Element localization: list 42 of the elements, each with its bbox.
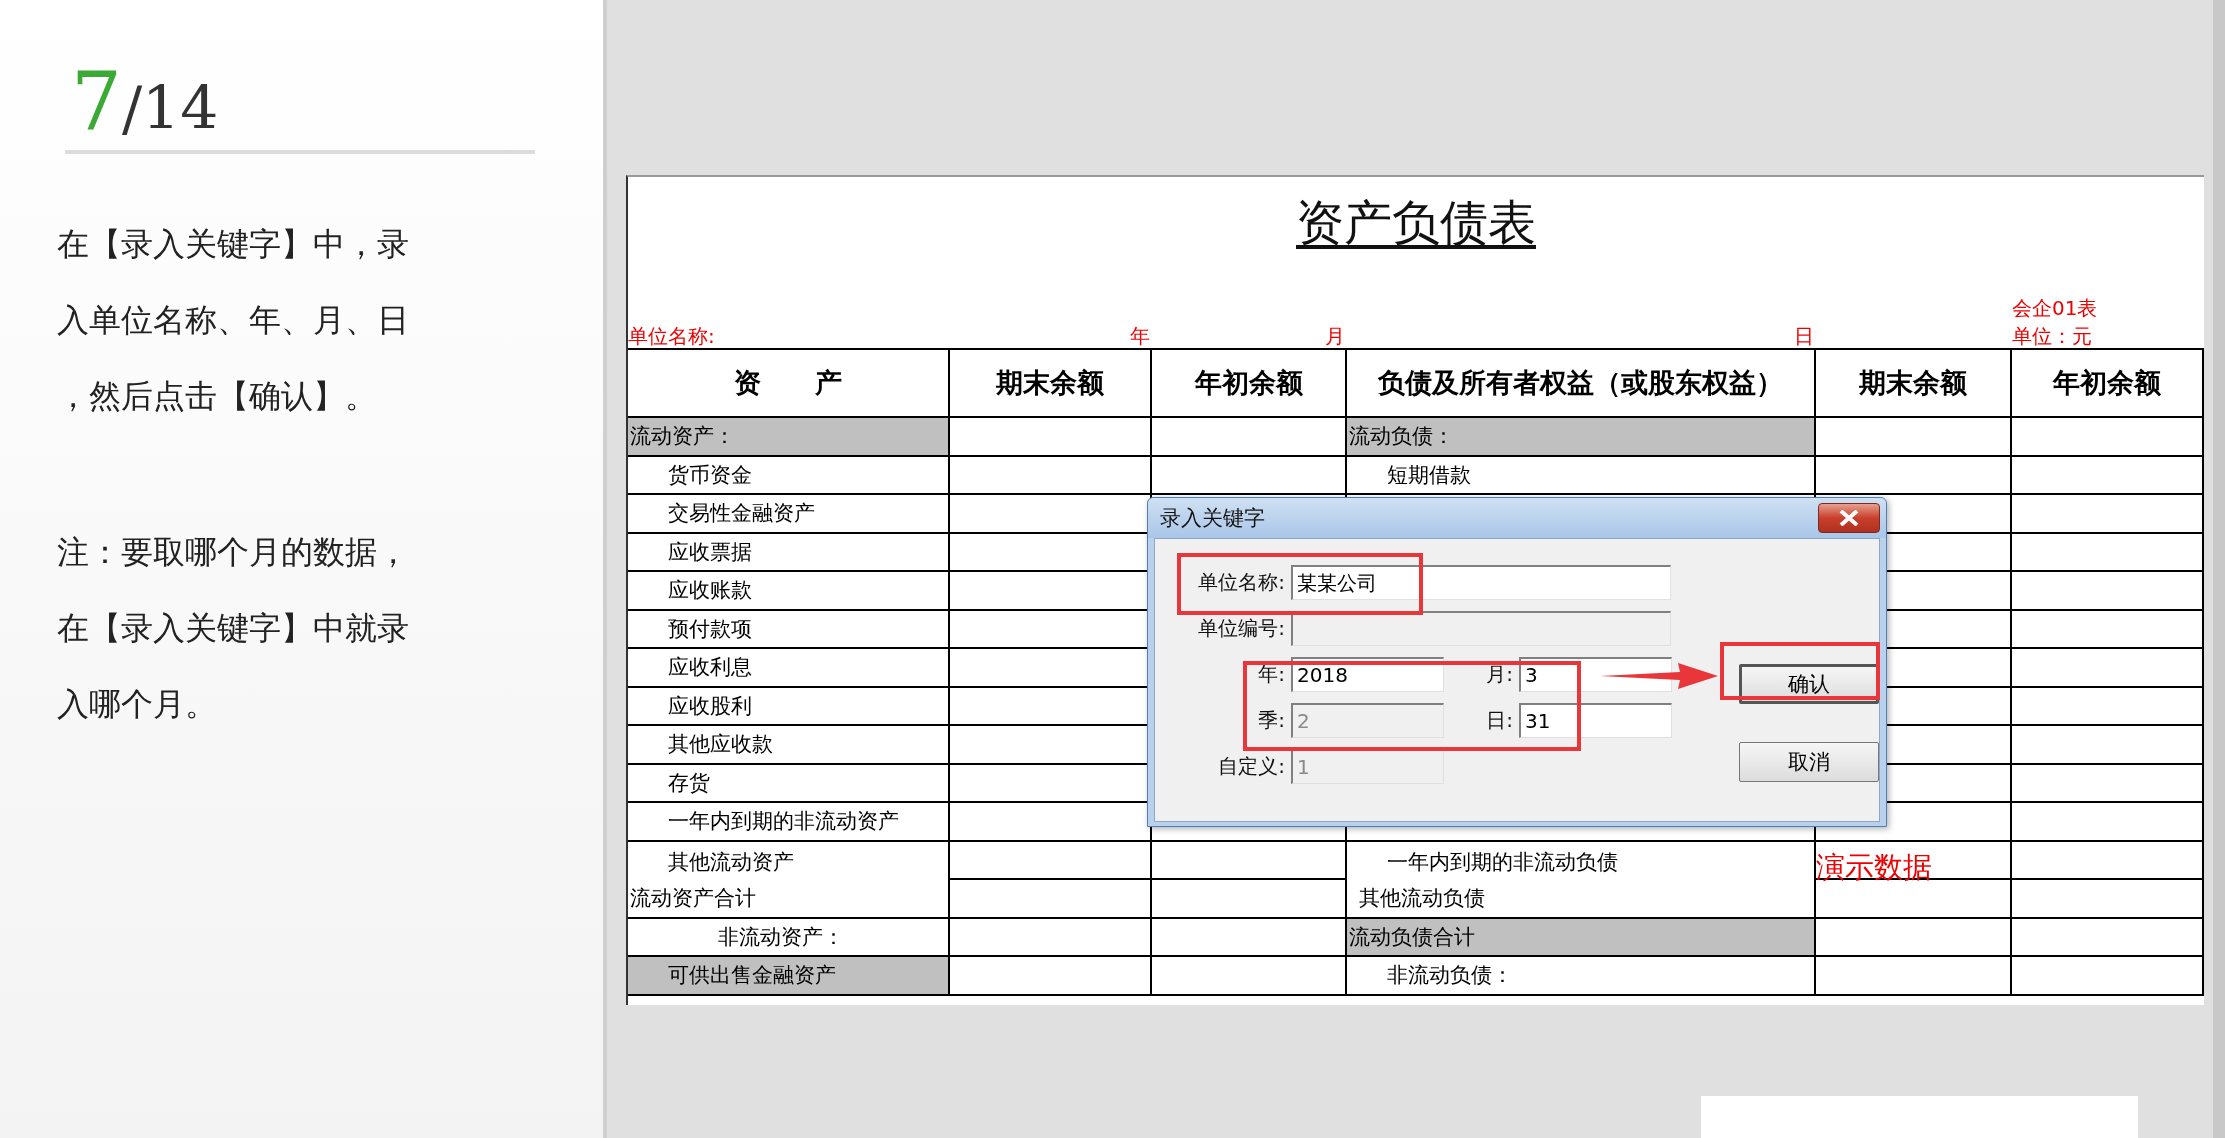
column-header: 年初余额 xyxy=(1152,350,1347,416)
dialog-title: 录入关键字 xyxy=(1159,505,1265,532)
field-label: 单位名称: xyxy=(628,324,715,348)
table-cell: 流动负债： xyxy=(1347,418,1816,455)
field-label: 月: xyxy=(1486,661,1514,688)
field-label: 日: xyxy=(1486,707,1514,734)
instruction-text: 注：要取哪个月的数据， xyxy=(57,532,409,573)
instruction-text: 入哪个月。 xyxy=(57,684,217,725)
field-label: 日 xyxy=(1794,324,1815,348)
field-label: 单位编号: xyxy=(1198,615,1286,642)
table-cell: 流动负债合计 xyxy=(1347,918,1816,955)
instruction-text: 在【录入关键字】中就录 xyxy=(57,608,409,649)
column-header: 年初余额 xyxy=(2012,350,2204,416)
close-icon xyxy=(1838,510,1860,526)
column-header: 期末余额 xyxy=(1816,350,2012,416)
column-header: 资 产 xyxy=(628,350,950,416)
sheet-title: 资产负债表 xyxy=(1296,193,1536,252)
unit-label: 单位：元 xyxy=(2012,324,2093,348)
field-label: 单位名称: xyxy=(1198,569,1286,596)
instruction-text: 在【录入关键字】中，录 xyxy=(57,224,409,265)
column-header: 负债及所有者权益（或股东权益） xyxy=(1347,350,1816,416)
demo-note: 演示数据 xyxy=(1816,851,1932,882)
table-cell: 一年内到期的非流动负债 xyxy=(1347,841,1816,882)
table-cell: 流动资产合计 xyxy=(628,880,950,917)
instruction-text: 入单位名称、年、月、日 xyxy=(57,300,409,341)
close-button[interactable] xyxy=(1818,503,1880,533)
form-code: 会企01表 xyxy=(2012,296,2099,320)
page-total: /14 xyxy=(121,78,219,138)
table-cell: 其他流动资产 xyxy=(628,841,950,882)
cancel-button[interactable]: 取消 xyxy=(1739,742,1879,782)
page-number: 7 xyxy=(71,62,122,142)
column-header: 期末余额 xyxy=(950,350,1152,416)
field-label: 月 xyxy=(1325,324,1346,348)
table-cell: 流动资产： xyxy=(628,418,950,455)
instruction-text: ，然后点击【确认】。 xyxy=(57,376,377,417)
field-label: 年: xyxy=(1258,661,1286,688)
field-label: 年 xyxy=(1130,324,1151,348)
table-cell: 可供出售金融资产 xyxy=(628,957,950,994)
input-field[interactable]: 某某公司 xyxy=(1291,565,1671,600)
field-label: 自定义: xyxy=(1218,753,1286,780)
field-label: 季: xyxy=(1258,707,1286,734)
input-field[interactable]: 31 xyxy=(1519,703,1672,738)
